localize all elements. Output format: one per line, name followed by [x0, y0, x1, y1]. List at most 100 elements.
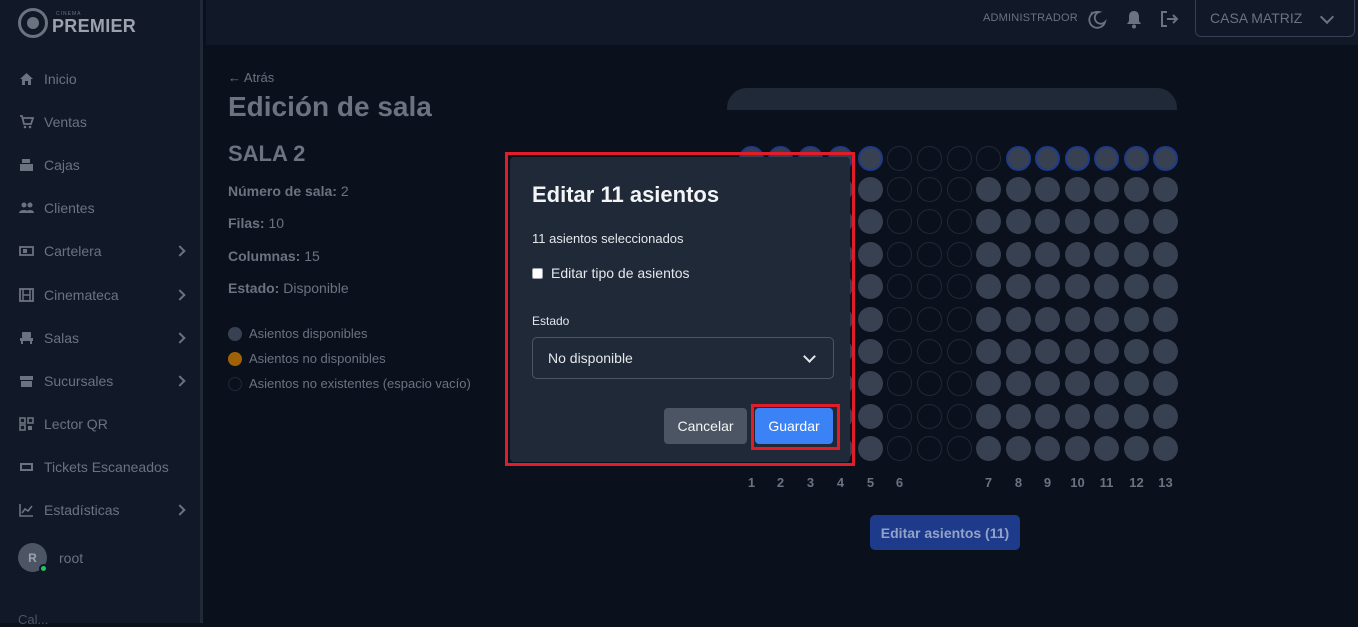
seat[interactable] [976, 371, 1001, 396]
user-profile[interactable]: R root [18, 543, 83, 573]
seat[interactable] [917, 146, 942, 171]
seat[interactable] [947, 209, 972, 234]
seat[interactable] [1153, 371, 1178, 396]
seat[interactable] [917, 242, 942, 267]
seat[interactable] [1035, 307, 1060, 332]
back-link[interactable]: ← Atrás [228, 70, 274, 85]
seat[interactable] [976, 436, 1001, 461]
seat[interactable] [1124, 307, 1149, 332]
seat[interactable] [947, 274, 972, 299]
seat[interactable] [887, 146, 912, 171]
seat[interactable] [976, 404, 1001, 429]
seat[interactable] [858, 404, 883, 429]
sidebar-item-clientes[interactable]: Clientes [0, 187, 200, 230]
seat[interactable] [1006, 177, 1031, 202]
seat[interactable] [917, 177, 942, 202]
seat[interactable] [917, 404, 942, 429]
seat[interactable] [1124, 339, 1149, 364]
seat[interactable] [1153, 339, 1178, 364]
seat[interactable] [1065, 436, 1090, 461]
seat[interactable] [1094, 436, 1119, 461]
seat[interactable] [947, 307, 972, 332]
seat[interactable] [1153, 404, 1178, 429]
seat[interactable] [947, 436, 972, 461]
seat[interactable] [1094, 242, 1119, 267]
sidebar-item-lector-qr[interactable]: Lector QR [0, 403, 200, 446]
sidebar-item-inicio[interactable]: Inicio [0, 57, 200, 100]
seat[interactable] [1094, 307, 1119, 332]
seat[interactable] [1124, 242, 1149, 267]
seat[interactable] [887, 209, 912, 234]
seat[interactable] [1153, 146, 1178, 171]
seat[interactable] [858, 242, 883, 267]
seat[interactable] [858, 274, 883, 299]
logout-icon[interactable] [1158, 8, 1180, 30]
seat[interactable] [1035, 146, 1060, 171]
seat[interactable] [858, 307, 883, 332]
seat[interactable] [947, 242, 972, 267]
seat[interactable] [1035, 242, 1060, 267]
sidebar-item-cinemateca[interactable]: Cinemateca [0, 273, 200, 316]
seat[interactable] [947, 177, 972, 202]
seat[interactable] [1124, 274, 1149, 299]
sidebar-item-cutoff[interactable]: Cal... [18, 612, 48, 627]
seat[interactable] [976, 242, 1001, 267]
seat[interactable] [1094, 177, 1119, 202]
seat[interactable] [1006, 307, 1031, 332]
seat[interactable] [887, 307, 912, 332]
seat[interactable] [1094, 339, 1119, 364]
seat[interactable] [1124, 371, 1149, 396]
seat[interactable] [887, 274, 912, 299]
seat[interactable] [1065, 404, 1090, 429]
seat[interactable] [858, 436, 883, 461]
seat[interactable] [947, 371, 972, 396]
theme-toggle-icon[interactable] [1086, 8, 1108, 30]
sidebar-item-salas[interactable]: Salas [0, 316, 200, 359]
seat[interactable] [1065, 146, 1090, 171]
seat[interactable] [917, 339, 942, 364]
seat[interactable] [1006, 436, 1031, 461]
seat[interactable] [887, 371, 912, 396]
seat[interactable] [976, 177, 1001, 202]
seat[interactable] [1006, 146, 1031, 171]
seat[interactable] [1065, 371, 1090, 396]
seat[interactable] [1124, 436, 1149, 461]
seat[interactable] [1006, 339, 1031, 364]
seat[interactable] [1035, 274, 1060, 299]
seat[interactable] [858, 177, 883, 202]
seat[interactable] [887, 339, 912, 364]
edit-seats-button[interactable]: Editar asientos (11) [870, 515, 1020, 550]
seat[interactable] [976, 307, 1001, 332]
seat[interactable] [887, 404, 912, 429]
seat[interactable] [1035, 177, 1060, 202]
seat[interactable] [1094, 404, 1119, 429]
seat[interactable] [917, 274, 942, 299]
seat[interactable] [976, 146, 1001, 171]
seat[interactable] [1035, 404, 1060, 429]
sidebar-item-sucursales[interactable]: Sucursales [0, 359, 200, 402]
seat[interactable] [976, 274, 1001, 299]
seat[interactable] [1124, 146, 1149, 171]
seat[interactable] [1006, 404, 1031, 429]
seat[interactable] [917, 209, 942, 234]
seat[interactable] [1006, 209, 1031, 234]
seat[interactable] [1006, 371, 1031, 396]
seat[interactable] [1035, 371, 1060, 396]
seat[interactable] [1153, 307, 1178, 332]
seat[interactable] [1153, 177, 1178, 202]
sidebar-item-cajas[interactable]: Cajas [0, 143, 200, 186]
seat[interactable] [917, 307, 942, 332]
seat[interactable] [858, 371, 883, 396]
seat[interactable] [1124, 404, 1149, 429]
branch-select[interactable]: CASA MATRIZ [1195, 0, 1355, 37]
seat[interactable] [1153, 242, 1178, 267]
brand-logo[interactable]: CINEMA PREMIER [18, 6, 136, 40]
seat[interactable] [858, 146, 883, 171]
seat[interactable] [1006, 242, 1031, 267]
seat[interactable] [858, 339, 883, 364]
seat[interactable] [1124, 177, 1149, 202]
seat[interactable] [1153, 209, 1178, 234]
seat[interactable] [887, 242, 912, 267]
seat[interactable] [1153, 436, 1178, 461]
seat[interactable] [976, 209, 1001, 234]
